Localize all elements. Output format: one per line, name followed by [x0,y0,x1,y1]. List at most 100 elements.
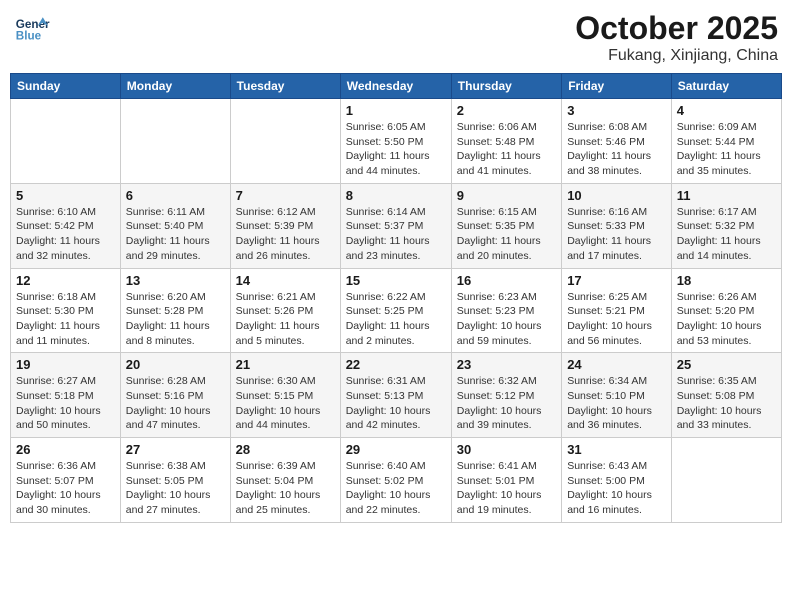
calendar-cell: 31 Sunrise: 6:43 AMSunset: 5:00 PMDayligh… [562,438,672,523]
day-number: 2 [457,103,556,118]
calendar-cell: 7Sunrise: 6:12 AMSunset: 5:39 PMDaylight… [230,183,340,268]
calendar-cell: 17 Sunrise: 6:25 AMSunset: 5:21 PMDayligh… [562,268,672,353]
weekday-header-tuesday: Tuesday [230,74,340,99]
day-info: Sunrise: 6:27 AMSunset: 5:18 PMDaylight:… [16,374,115,433]
calendar-cell: 30 Sunrise: 6:41 AMSunset: 5:01 PMDayligh… [451,438,561,523]
calendar-cell [671,438,781,523]
day-info: Sunrise: 6:31 AMSunset: 5:13 PMDaylight:… [346,374,446,433]
day-number: 3 [567,103,666,118]
calendar-week-3: 12 Sunrise: 6:18 AMSunset: 5:30 PMDayligh… [11,268,782,353]
day-number: 4 [677,103,776,118]
calendar-cell: 21 Sunrise: 6:30 AMSunset: 5:15 PMDayligh… [230,353,340,438]
weekday-header-thursday: Thursday [451,74,561,99]
calendar-cell: 4 Sunrise: 6:09 AMSunset: 5:44 PMDaylight… [671,99,781,184]
day-number: 14 [236,273,335,288]
day-info: Sunrise: 6:39 AMSunset: 5:04 PMDaylight:… [236,459,335,518]
day-info: Sunrise: 6:21 AMSunset: 5:26 PMDaylight:… [236,290,335,349]
calendar-cell: 3 Sunrise: 6:08 AMSunset: 5:46 PMDaylight… [562,99,672,184]
calendar-cell: 12 Sunrise: 6:18 AMSunset: 5:30 PMDayligh… [11,268,121,353]
calendar-cell: 27 Sunrise: 6:38 AMSunset: 5:05 PMDayligh… [120,438,230,523]
calendar-cell: 5 Sunrise: 6:10 AMSunset: 5:42 PMDaylight… [11,183,121,268]
calendar-cell: 29Sunrise: 6:40 AMSunset: 5:02 PMDayligh… [340,438,451,523]
day-info: Sunrise: 6:38 AMSunset: 5:05 PMDaylight:… [126,459,225,518]
month-title: October 2025 [575,10,778,47]
day-info: Sunrise: 6:09 AMSunset: 5:44 PMDaylight:… [677,120,776,179]
calendar-week-1: 1Sunrise: 6:05 AMSunset: 5:50 PMDaylight… [11,99,782,184]
day-info: Sunrise: 6:23 AMSunset: 5:23 PMDaylight:… [457,290,556,349]
day-info: Sunrise: 6:18 AMSunset: 5:30 PMDaylight:… [16,290,115,349]
calendar-cell: 25 Sunrise: 6:35 AMSunset: 5:08 PMDayligh… [671,353,781,438]
day-info: Sunrise: 6:40 AMSunset: 5:02 PMDaylight:… [346,459,446,518]
day-number: 22 [346,357,446,372]
day-info: Sunrise: 6:06 AMSunset: 5:48 PMDaylight:… [457,120,556,179]
calendar-cell: 9Sunrise: 6:15 AMSunset: 5:35 PMDaylight… [451,183,561,268]
day-number: 5 [16,188,115,203]
weekday-header-wednesday: Wednesday [340,74,451,99]
day-info: Sunrise: 6:30 AMSunset: 5:15 PMDaylight:… [236,374,335,433]
calendar-week-5: 26Sunrise: 6:36 AMSunset: 5:07 PMDayligh… [11,438,782,523]
day-number: 6 [126,188,225,203]
calendar-cell: 28 Sunrise: 6:39 AMSunset: 5:04 PMDayligh… [230,438,340,523]
calendar-cell: 26Sunrise: 6:36 AMSunset: 5:07 PMDayligh… [11,438,121,523]
calendar-cell: 10 Sunrise: 6:16 AMSunset: 5:33 PMDayligh… [562,183,672,268]
calendar-cell: 24 Sunrise: 6:34 AMSunset: 5:10 PMDayligh… [562,353,672,438]
day-number: 25 [677,357,776,372]
calendar-cell: 8Sunrise: 6:14 AMSunset: 5:37 PMDaylight… [340,183,451,268]
logo: General Blue [14,10,50,46]
calendar-cell [11,99,121,184]
calendar-cell [230,99,340,184]
calendar-cell: 11Sunrise: 6:17 AMSunset: 5:32 PMDayligh… [671,183,781,268]
day-number: 20 [126,357,225,372]
page-header: General Blue October 2025 Fukang, Xinjia… [10,10,782,65]
calendar-cell: 22 Sunrise: 6:31 AMSunset: 5:13 PMDayligh… [340,353,451,438]
day-info: Sunrise: 6:17 AMSunset: 5:32 PMDaylight:… [677,205,776,264]
day-number: 23 [457,357,556,372]
calendar-cell: 13 Sunrise: 6:20 AMSunset: 5:28 PMDayligh… [120,268,230,353]
day-info: Sunrise: 6:05 AMSunset: 5:50 PMDaylight:… [346,120,446,179]
day-number: 30 [457,442,556,457]
weekday-header-monday: Monday [120,74,230,99]
svg-text:Blue: Blue [16,30,42,43]
day-number: 31 [567,442,666,457]
calendar-cell: 6Sunrise: 6:11 AMSunset: 5:40 PMDaylight… [120,183,230,268]
calendar-cell: 1Sunrise: 6:05 AMSunset: 5:50 PMDaylight… [340,99,451,184]
calendar-cell: 15Sunrise: 6:22 AMSunset: 5:25 PMDayligh… [340,268,451,353]
calendar-cell: 2 Sunrise: 6:06 AMSunset: 5:48 PMDaylight… [451,99,561,184]
day-info: Sunrise: 6:25 AMSunset: 5:21 PMDaylight:… [567,290,666,349]
day-info: Sunrise: 6:16 AMSunset: 5:33 PMDaylight:… [567,205,666,264]
day-info: Sunrise: 6:35 AMSunset: 5:08 PMDaylight:… [677,374,776,433]
day-info: Sunrise: 6:32 AMSunset: 5:12 PMDaylight:… [457,374,556,433]
day-info: Sunrise: 6:12 AMSunset: 5:39 PMDaylight:… [236,205,335,264]
day-number: 27 [126,442,225,457]
calendar-cell: 23 Sunrise: 6:32 AMSunset: 5:12 PMDayligh… [451,353,561,438]
day-info: Sunrise: 6:10 AMSunset: 5:42 PMDaylight:… [16,205,115,264]
location: Fukang, Xinjiang, China [575,47,778,65]
day-info: Sunrise: 6:15 AMSunset: 5:35 PMDaylight:… [457,205,556,264]
day-info: Sunrise: 6:20 AMSunset: 5:28 PMDaylight:… [126,290,225,349]
day-info: Sunrise: 6:28 AMSunset: 5:16 PMDaylight:… [126,374,225,433]
calendar-week-2: 5 Sunrise: 6:10 AMSunset: 5:42 PMDaylight… [11,183,782,268]
calendar-cell [120,99,230,184]
calendar-week-4: 19Sunrise: 6:27 AMSunset: 5:18 PMDayligh… [11,353,782,438]
calendar-cell: 14 Sunrise: 6:21 AMSunset: 5:26 PMDayligh… [230,268,340,353]
day-number: 8 [346,188,446,203]
day-number: 10 [567,188,666,203]
day-number: 17 [567,273,666,288]
day-info: Sunrise: 6:41 AMSunset: 5:01 PMDaylight:… [457,459,556,518]
day-number: 28 [236,442,335,457]
day-info: Sunrise: 6:34 AMSunset: 5:10 PMDaylight:… [567,374,666,433]
day-number: 21 [236,357,335,372]
weekday-header-sunday: Sunday [11,74,121,99]
day-info: Sunrise: 6:43 AMSunset: 5:00 PMDaylight:… [567,459,666,518]
day-number: 12 [16,273,115,288]
day-number: 16 [457,273,556,288]
weekday-header-saturday: Saturday [671,74,781,99]
day-number: 18 [677,273,776,288]
calendar-table: SundayMondayTuesdayWednesdayThursdayFrid… [10,73,782,523]
day-number: 24 [567,357,666,372]
day-info: Sunrise: 6:08 AMSunset: 5:46 PMDaylight:… [567,120,666,179]
weekday-header-friday: Friday [562,74,672,99]
day-number: 13 [126,273,225,288]
calendar-cell: 16 Sunrise: 6:23 AMSunset: 5:23 PMDayligh… [451,268,561,353]
day-number: 15 [346,273,446,288]
